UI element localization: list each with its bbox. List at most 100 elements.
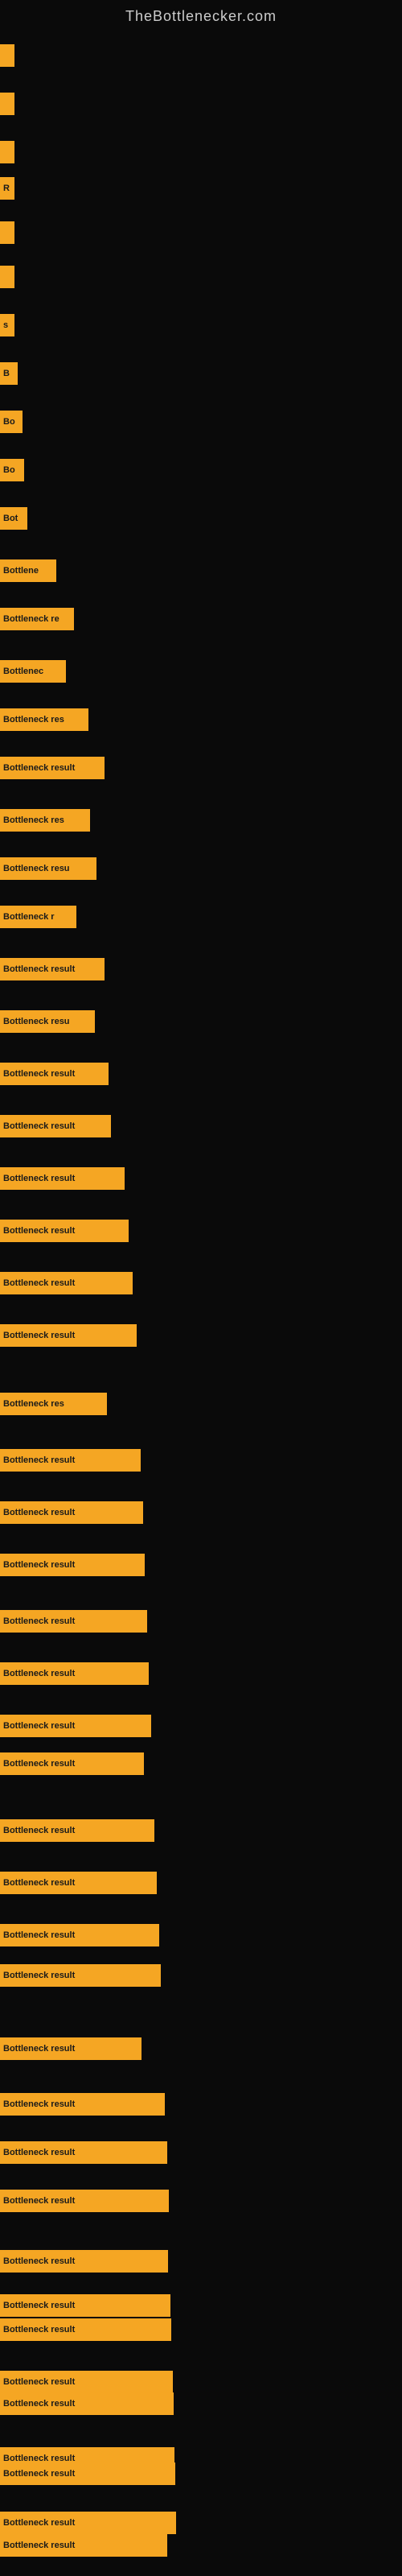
bar-item: Bottleneck result (0, 1964, 161, 1987)
bar-item: Bottleneck result (0, 1662, 149, 1685)
bar-label: Bottleneck result (3, 1069, 75, 1079)
bar-item: Bottleneck result (0, 2512, 176, 2534)
bar-item (0, 44, 14, 67)
bar-item: Bottleneck result (0, 1272, 133, 1294)
bar (0, 141, 14, 163)
bar: Bottleneck result (0, 2093, 165, 2116)
bar: Bo (0, 411, 23, 433)
bar-label: Bottleneck result (3, 2196, 75, 2206)
bar-label: Bottleneck result (3, 1878, 75, 1888)
bar (0, 93, 14, 115)
bar-label: Bottleneck result (3, 2377, 75, 2387)
bar-item: Bottleneck result (0, 2250, 168, 2273)
bar: Bottleneck result (0, 2371, 173, 2393)
bar-item: Bot (0, 507, 27, 530)
bar-label: Bot (3, 514, 18, 523)
bar: Bottleneck re (0, 608, 74, 630)
bar (0, 221, 14, 244)
bar: Bottleneck resu (0, 1010, 95, 1033)
bar-item: Bottleneck resu (0, 1010, 95, 1033)
bar-item: Bottleneck result (0, 1819, 154, 1842)
bar: Bottleneck result (0, 1662, 149, 1685)
bar-item: Bottlenec (0, 660, 66, 683)
bar-item: Bottleneck result (0, 1449, 141, 1472)
bar: Bottleneck result (0, 1554, 145, 1576)
bar-item: Bottleneck result (0, 757, 105, 779)
bar-item: Bo (0, 411, 23, 433)
bar: Bottleneck result (0, 1715, 151, 1737)
bar-label: Bottleneck res (3, 715, 64, 724)
bar-item: Bottleneck result (0, 1924, 159, 1946)
bar: Bottleneck result (0, 757, 105, 779)
bar-label: Bottleneck res (3, 815, 64, 825)
bar-item (0, 141, 14, 163)
bar-label: Bottleneck result (3, 2301, 75, 2310)
bar: Bo (0, 459, 24, 481)
bar-label: Bottleneck result (3, 2518, 75, 2528)
bar-item: Bottleneck result (0, 1715, 151, 1737)
bar-label: Bottleneck result (3, 2099, 75, 2109)
bar-label: Bottleneck resu (3, 864, 70, 873)
bar-item (0, 266, 14, 288)
bar: Bottleneck result (0, 1220, 129, 1242)
bar: Bottleneck result (0, 1610, 147, 1633)
bar: Bottleneck result (0, 1063, 109, 1085)
bar: Bottleneck res (0, 708, 88, 731)
bar: Bottleneck result (0, 1167, 125, 1190)
bar-label: s (3, 320, 8, 330)
bar-label: Bottleneck result (3, 1560, 75, 1570)
bar: Bottleneck result (0, 1752, 144, 1775)
bar-item: Bottleneck result (0, 2190, 169, 2212)
bar-item: Bottleneck result (0, 2294, 170, 2317)
bar-item: Bottleneck result (0, 2037, 142, 2060)
bar-item: Bottleneck resu (0, 857, 96, 880)
bar-item: Bottleneck result (0, 2141, 167, 2164)
bar-label: Bottleneck result (3, 1226, 75, 1236)
bar-label: Bottleneck result (3, 2148, 75, 2157)
bar: Bottleneck result (0, 2512, 176, 2534)
bar-label: Bottleneck result (3, 2325, 75, 2334)
bar: R (0, 177, 14, 200)
bar: Bot (0, 507, 27, 530)
bar: Bottleneck result (0, 2392, 174, 2415)
bar-label: Bo (3, 417, 15, 427)
bar: Bottleneck result (0, 2141, 167, 2164)
bar-item: Bottleneck res (0, 708, 88, 731)
bar-item: Bottleneck result (0, 1115, 111, 1137)
bar: Bottleneck result (0, 1449, 141, 1472)
bar-item: Bottleneck result (0, 1220, 129, 1242)
bar-item: Bottlene (0, 559, 56, 582)
bar-label: Bottleneck result (3, 1278, 75, 1288)
bar-item (0, 221, 14, 244)
bar: s (0, 314, 14, 336)
bar-label: Bottleneck result (3, 1759, 75, 1769)
bar: Bottleneck result (0, 2037, 142, 2060)
bar-item: Bottleneck r (0, 906, 76, 928)
bar-item: Bottleneck result (0, 2534, 167, 2557)
bar-item: Bottleneck result (0, 958, 105, 980)
bar-label: Bottleneck result (3, 2399, 75, 2409)
bar: Bottleneck resu (0, 857, 96, 880)
bar-label: Bottleneck result (3, 1826, 75, 1835)
bar-item: B (0, 362, 18, 385)
bar-label: Bottlene (3, 566, 39, 576)
bar: Bottleneck result (0, 958, 105, 980)
bar: B (0, 362, 18, 385)
bar-item: Bottleneck result (0, 1324, 137, 1347)
bar-label: Bottleneck result (3, 2044, 75, 2054)
bar: Bottlenec (0, 660, 66, 683)
bar-item: Bottleneck re (0, 608, 74, 630)
site-title: TheBottlenecker.com (0, 0, 402, 29)
bar: Bottleneck result (0, 1872, 157, 1894)
bar-item: Bottleneck result (0, 2318, 171, 2341)
bar-label: Bottlenec (3, 667, 43, 676)
bar-label: Bottleneck result (3, 1721, 75, 1731)
bar (0, 266, 14, 288)
bar: Bottleneck result (0, 2190, 169, 2212)
bar-label: R (3, 184, 10, 193)
bar-item: Bottleneck result (0, 1501, 143, 1524)
bar-label: Bottleneck result (3, 1331, 75, 1340)
bar-label: Bottleneck re (3, 614, 59, 624)
bar-label: Bottleneck resu (3, 1017, 70, 1026)
bar: Bottleneck result (0, 2318, 171, 2341)
